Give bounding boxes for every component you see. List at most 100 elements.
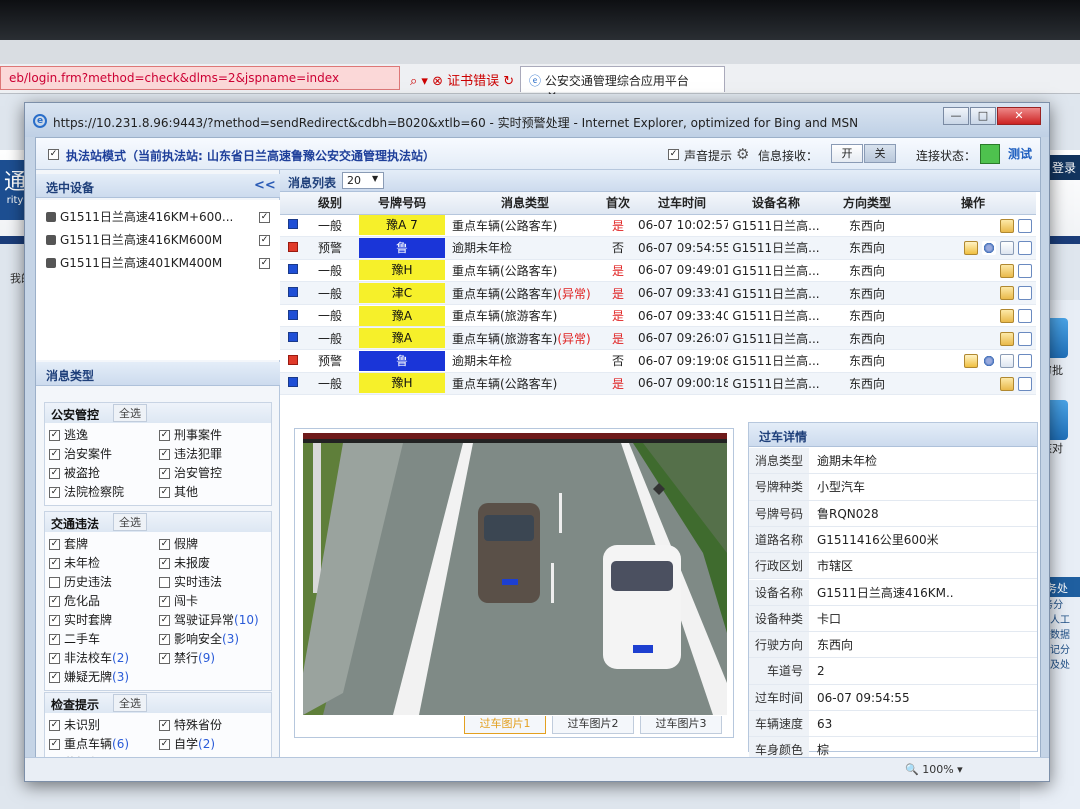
map-icon[interactable] — [1000, 308, 1014, 323]
message-type-option[interactable]: ✓ 驾驶证异常(10) — [159, 611, 269, 630]
close-button[interactable]: ✕ — [997, 107, 1041, 125]
reload-icon[interactable]: ↻ — [503, 74, 514, 89]
message-type-option[interactable]: ✓ 未识别 — [49, 716, 159, 735]
message-type-checkbox[interactable]: ✓ — [49, 739, 60, 750]
map-icon[interactable] — [1000, 376, 1014, 391]
close-alert-icon[interactable] — [1018, 354, 1032, 369]
sound-checkbox[interactable]: ✓ — [668, 149, 679, 160]
message-type-checkbox[interactable]: ✓ — [49, 596, 60, 607]
message-type-option[interactable]: ✓ 逃逸 — [49, 426, 159, 445]
message-type-checkbox[interactable]: ✓ — [49, 558, 60, 569]
message-type-option[interactable]: ✓ 被盗抢 — [49, 464, 159, 483]
receive-on-button[interactable]: 开 — [831, 144, 863, 163]
close-alert-icon[interactable] — [1018, 331, 1032, 346]
message-type-checkbox[interactable] — [49, 577, 60, 588]
message-type-checkbox[interactable]: ✓ — [159, 615, 170, 626]
message-type-checkbox[interactable]: ✓ — [49, 672, 60, 683]
plate-number[interactable]: 津C — [359, 283, 445, 304]
browser-tab[interactable]: ⓔ 公安交通管理综合应用平台 ✕ — [520, 66, 725, 103]
device-checkbox[interactable]: ✓ — [259, 258, 270, 269]
message-type-checkbox[interactable]: ✓ — [159, 449, 170, 460]
map-icon[interactable] — [1000, 286, 1014, 301]
message-type-option[interactable]: ✓ 假牌 — [159, 535, 269, 554]
select-all-button[interactable]: 全选 — [113, 694, 147, 712]
plate-number[interactable]: 鲁 — [359, 350, 445, 371]
message-type-checkbox[interactable]: ✓ — [49, 468, 60, 479]
signal-icon[interactable] — [982, 354, 996, 369]
device-item[interactable]: G1511日兰高速401KM400M ✓ — [46, 254, 272, 276]
message-type-checkbox[interactable]: ✓ — [49, 615, 60, 626]
message-type-checkbox[interactable]: ✓ — [159, 558, 170, 569]
collapse-panel-icon[interactable]: << — [254, 178, 276, 193]
select-all-button[interactable]: 全选 — [113, 513, 147, 531]
plate-number[interactable]: 豫H — [359, 260, 445, 281]
table-row[interactable]: 预警鲁逾期未年检 否 06-07 09:54:55 G1511日兰高... 东西向 — [280, 236, 1036, 260]
hourglass-icon[interactable] — [1000, 241, 1014, 256]
message-type-option[interactable]: ✓ 实时套牌 — [49, 611, 159, 630]
message-type-checkbox[interactable]: ✓ — [159, 468, 170, 479]
background-url-field[interactable]: eb/login.frm?method=check&dlms=2&jspname… — [0, 66, 400, 90]
message-type-checkbox[interactable] — [159, 577, 170, 588]
message-type-checkbox[interactable]: ✓ — [159, 739, 170, 750]
close-alert-icon[interactable] — [1018, 376, 1032, 391]
maximize-button[interactable]: □ — [970, 107, 996, 125]
close-alert-icon[interactable] — [1018, 263, 1032, 278]
certificate-error-label[interactable]: ⌕ ▾ ⊗ 证书错误 ↻ ✕ — [410, 70, 529, 89]
device-checkbox[interactable]: ✓ — [259, 212, 270, 223]
close-alert-icon[interactable] — [1018, 241, 1032, 256]
test-link[interactable]: 测试 — [1008, 145, 1032, 162]
zoom-level[interactable]: 🔍 100% ▾ — [905, 763, 963, 776]
message-type-option[interactable]: ✓ 刑事案件 — [159, 426, 269, 445]
gear-icon[interactable]: ⚙ — [736, 145, 749, 163]
message-type-option[interactable]: ✓ 非法校车(2) — [49, 649, 159, 668]
close-alert-icon[interactable] — [1018, 218, 1032, 233]
message-type-option[interactable]: ✓ 二手车 — [49, 630, 159, 649]
table-row[interactable]: 预警鲁逾期未年检 否 06-07 09:19:08 G1511日兰高... 东西向 — [280, 349, 1036, 373]
map-icon[interactable] — [1000, 218, 1014, 233]
receive-off-button[interactable]: 关 — [864, 144, 896, 163]
message-type-checkbox[interactable]: ✓ — [49, 634, 60, 645]
message-type-option[interactable]: ✓ 自学(2) — [159, 735, 269, 754]
message-type-checkbox[interactable]: ✓ — [159, 653, 170, 664]
message-type-checkbox[interactable]: ✓ — [49, 653, 60, 664]
message-type-checkbox[interactable]: ✓ — [49, 430, 60, 441]
select-all-button[interactable]: 全选 — [113, 404, 147, 422]
signal-icon[interactable] — [982, 241, 996, 256]
message-type-option[interactable]: ✓ 危化品 — [49, 592, 159, 611]
map-icon[interactable] — [1000, 331, 1014, 346]
message-type-checkbox[interactable]: ✓ — [159, 430, 170, 441]
message-type-option[interactable]: ✓ 其他 — [159, 483, 269, 502]
message-type-option[interactable]: ✓ 套牌 — [49, 535, 159, 554]
message-type-option[interactable]: ✓ 治安案件 — [49, 445, 159, 464]
message-type-checkbox[interactable]: ✓ — [159, 539, 170, 550]
device-item[interactable]: G1511日兰高速416KM+600... ✓ — [46, 208, 272, 230]
hourglass-icon[interactable] — [1000, 354, 1014, 369]
login-link[interactable]: 登录 — [1048, 155, 1080, 180]
message-type-option[interactable]: ✓ 未年检 — [49, 554, 159, 573]
message-type-checkbox[interactable]: ✓ — [49, 449, 60, 460]
map-icon[interactable] — [1000, 263, 1014, 278]
device-checkbox[interactable]: ✓ — [259, 235, 270, 246]
message-type-option[interactable]: ✓ 闯卡 — [159, 592, 269, 611]
message-type-checkbox[interactable]: ✓ — [159, 596, 170, 607]
tab-image-1[interactable]: 过车图片1 — [464, 716, 546, 734]
search-icon[interactable]: ⌕ — [410, 74, 417, 89]
minimize-button[interactable]: — — [943, 107, 969, 125]
plate-number[interactable]: 豫A 7 — [359, 215, 445, 236]
message-type-option[interactable]: 实时违法 — [159, 573, 269, 592]
close-alert-icon[interactable] — [1018, 286, 1032, 301]
edit-icon[interactable] — [964, 354, 978, 369]
message-type-option[interactable]: ✓ 法院检察院 — [49, 483, 159, 502]
plate-number[interactable]: 豫H — [359, 373, 445, 394]
plate-number[interactable]: 豫A — [359, 328, 445, 349]
device-item[interactable]: G1511日兰高速416KM600M ✓ — [46, 231, 272, 253]
tab-image-3[interactable]: 过车图片3 — [640, 716, 722, 734]
edit-icon[interactable] — [964, 241, 978, 256]
dropdown-icon[interactable]: ▾ — [421, 74, 428, 89]
message-type-option[interactable]: ✓ 重点车辆(6) — [49, 735, 159, 754]
tab-image-2[interactable]: 过车图片2 — [552, 716, 634, 734]
message-type-option[interactable]: ✓ 特殊省份 — [159, 716, 269, 735]
message-type-checkbox[interactable]: ✓ — [49, 720, 60, 731]
message-type-checkbox[interactable]: ✓ — [49, 487, 60, 498]
close-alert-icon[interactable] — [1018, 308, 1032, 323]
